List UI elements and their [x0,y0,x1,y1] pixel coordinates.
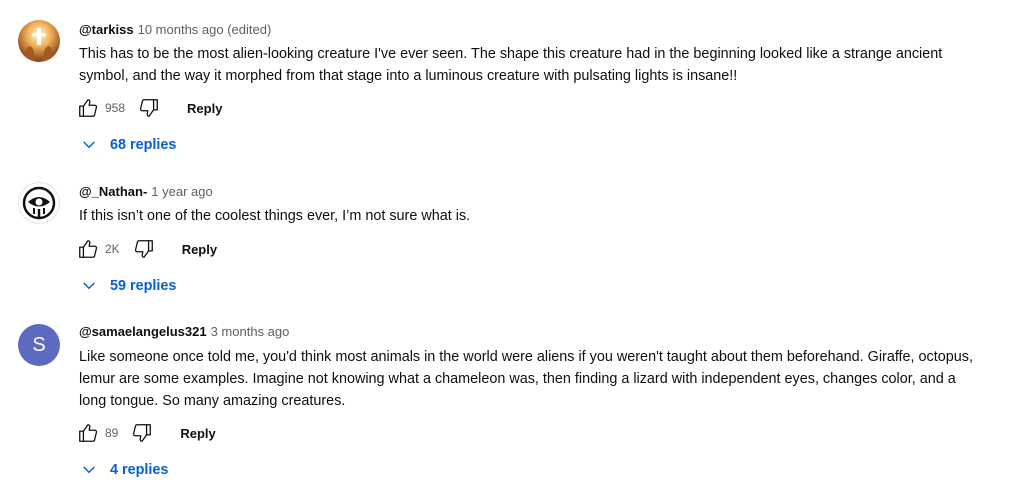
reply-button[interactable]: Reply [187,101,222,116]
replies-count-label: 68 replies [110,137,177,153]
chevron-down-icon [83,466,95,474]
thumbs-down-icon [139,99,158,117]
timestamp[interactable]: 1 year ago [151,184,212,199]
view-replies-button[interactable]: 4 replies [80,459,168,481]
comment-text: If this isn’t one of the coolest things … [79,208,471,224]
like-button[interactable] [76,421,100,445]
reply-button[interactable]: Reply [182,242,217,257]
comment-meta: @samaelangelus321 3 months ago [79,323,289,341]
hands-cross-avatar [18,20,60,62]
avatar[interactable] [18,20,60,62]
eye-symbol-avatar [22,186,56,220]
replies-count-label: 59 replies [110,278,177,294]
chevron-down-icon [83,282,95,290]
comment-text: This has to be the most alien-looking cr… [79,46,943,84]
chevron-down-icon [83,141,95,149]
thumbs-down-icon [133,424,152,442]
view-replies-button[interactable]: 59 replies [80,275,176,297]
thumbs-down-icon [134,240,153,258]
comment-text: Like someone once told me, you'd think m… [79,349,973,409]
view-replies-button[interactable]: 68 replies [80,134,176,156]
dislike-button[interactable] [132,237,156,261]
thumbs-up-icon [79,240,98,258]
like-count: 89 [105,426,119,440]
thumbs-up-icon [79,99,98,117]
comment-actions: 89 Reply [76,421,216,445]
like-count: 2K [105,242,120,256]
comment-meta: @tarkiss 10 months ago (edited) [79,21,271,39]
like-count: 958 [105,101,126,115]
thumbs-up-icon [79,424,98,442]
dislike-button[interactable] [137,96,161,120]
like-button[interactable] [76,237,100,261]
comment-meta: @_Nathan- 1 year ago [79,183,213,201]
comment-actions: 2K Reply [76,237,217,261]
author-name[interactable]: @_Nathan- [79,184,147,199]
author-name[interactable]: @tarkiss [79,22,134,37]
replies-count-label: 4 replies [110,462,169,478]
timestamp[interactable]: 3 months ago [211,324,290,339]
reply-button[interactable]: Reply [180,426,215,441]
avatar[interactable] [18,182,60,224]
like-button[interactable] [76,96,100,120]
comment-actions: 958 Reply [76,96,222,120]
timestamp[interactable]: 10 months ago (edited) [138,22,272,37]
author-name[interactable]: @samaelangelus321 [79,324,207,339]
dislike-button[interactable] [130,421,154,445]
avatar[interactable]: S [18,324,60,366]
avatar-letter: S [32,333,46,356]
